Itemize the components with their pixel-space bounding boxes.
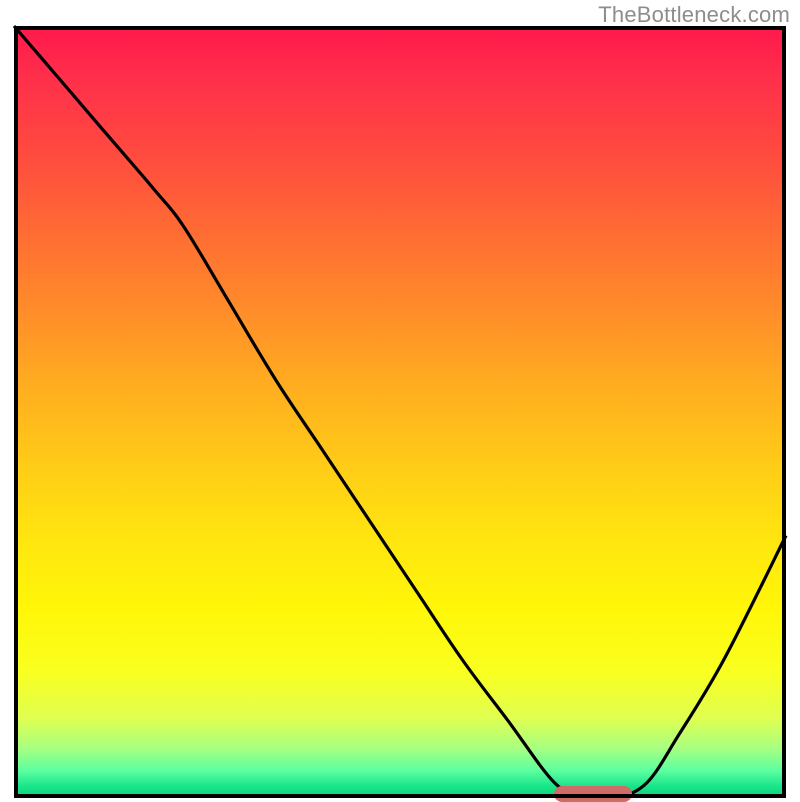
bottleneck-curve-path <box>14 26 786 800</box>
chart-line-svg <box>14 26 786 798</box>
watermark-text: TheBottleneck.com <box>598 2 790 28</box>
chart-frame <box>14 26 786 798</box>
chart-plot-area <box>14 26 786 798</box>
